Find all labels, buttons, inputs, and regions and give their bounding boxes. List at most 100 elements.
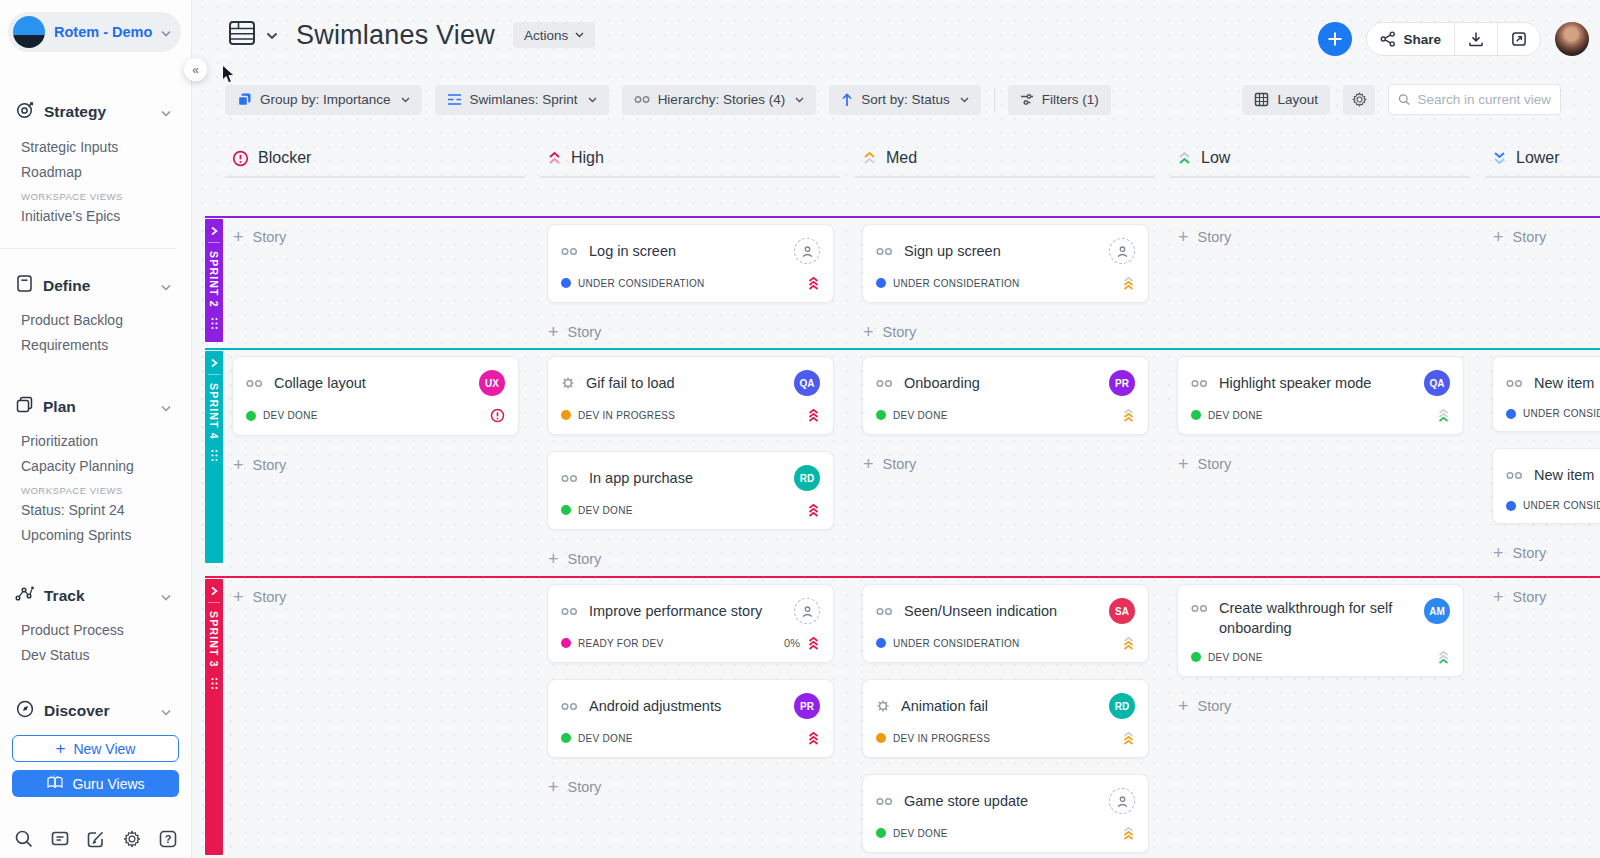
add-story-button[interactable]: +Story bbox=[862, 319, 1149, 345]
card-create-walkthrough[interactable]: Create walkthrough for self onboarding A… bbox=[1177, 584, 1464, 677]
layout-button[interactable]: Layout bbox=[1242, 85, 1330, 115]
card-animation-fail[interactable]: Animation fail RD DEV IN PROGRESS bbox=[862, 679, 1149, 758]
sidebar-item-dev-status[interactable]: Dev Status bbox=[21, 642, 191, 667]
swimlane-bar-sprint-4[interactable]: SPRINT 4 bbox=[205, 351, 223, 563]
card-in-app-purchase[interactable]: In app purchase RD DEV DONE bbox=[547, 451, 834, 530]
add-story-button[interactable]: +Story bbox=[1492, 584, 1600, 610]
assignee-avatar[interactable]: UX bbox=[479, 370, 505, 396]
card-game-store-update[interactable]: Game store update DEV DONE bbox=[862, 774, 1149, 853]
sidebar-item-strategy[interactable]: Strategy bbox=[0, 96, 191, 128]
sidebar-item-roadmap[interactable]: Roadmap bbox=[21, 159, 191, 184]
card-new-item-1[interactable]: New item UNDER CONSIDERATION bbox=[1492, 356, 1600, 432]
add-story-button[interactable]: +Story bbox=[547, 319, 834, 345]
view-settings-button[interactable] bbox=[1343, 85, 1375, 115]
gear-icon[interactable] bbox=[120, 827, 144, 851]
group-by-chip[interactable]: Group by: Importance bbox=[225, 85, 422, 115]
chevron-down-icon bbox=[401, 97, 410, 103]
assignee-avatar[interactable]: SA bbox=[1109, 598, 1135, 624]
workspace-switcher[interactable]: Rotem - Demo bbox=[8, 12, 181, 52]
actions-button[interactable]: Actions bbox=[513, 22, 595, 48]
drag-handle-icon bbox=[210, 449, 219, 462]
card-improve-performance-story[interactable]: Improve performance story READY FOR DEV … bbox=[547, 584, 834, 663]
sidebar-item-status-sprint-24[interactable]: Status: Sprint 24 bbox=[21, 497, 191, 522]
status-dot bbox=[561, 638, 571, 648]
add-story-button[interactable]: +Story bbox=[1492, 540, 1600, 566]
swimlane-bar-sprint-2[interactable]: SPRINT 2 bbox=[205, 219, 223, 342]
view-type-icon[interactable] bbox=[228, 18, 256, 52]
share-button[interactable]: Share bbox=[1367, 23, 1454, 55]
sort-arrow-up-icon bbox=[841, 93, 853, 107]
sidebar-item-discover[interactable]: Discover bbox=[0, 695, 191, 727]
swimlane-sprint-2: SPRINT 2 +Story Log in screen UNDER CONS… bbox=[205, 216, 1600, 348]
new-view-button[interactable]: + New View bbox=[12, 735, 179, 762]
hierarchy-chip[interactable]: Hierarchy: Stories (4) bbox=[622, 85, 817, 115]
priority-med-icon bbox=[1122, 276, 1135, 290]
add-story-button[interactable]: +Story bbox=[232, 584, 519, 610]
card-android-adjustments[interactable]: Android adjustments PR DEV DONE bbox=[547, 679, 834, 758]
sidebar-item-upcoming-sprints[interactable]: Upcoming Sprints bbox=[21, 522, 191, 547]
add-story-button[interactable]: +Story bbox=[862, 451, 1149, 477]
card-onboarding[interactable]: Onboarding PR DEV DONE bbox=[862, 356, 1149, 435]
sidebar-item-product-backlog[interactable]: Product Backlog bbox=[21, 307, 191, 332]
filters-chip[interactable]: Filters (1) bbox=[1008, 85, 1111, 115]
add-item-button[interactable] bbox=[1318, 22, 1352, 56]
sidebar-item-strategic-inputs[interactable]: Strategic Inputs bbox=[21, 134, 191, 159]
compose-icon[interactable] bbox=[84, 827, 108, 851]
assignee-avatar[interactable]: PR bbox=[794, 693, 820, 719]
sidebar: Rotem - Demo Strategy Strategic Inputs R… bbox=[0, 0, 192, 858]
unassigned-avatar-icon[interactable] bbox=[1109, 788, 1135, 814]
swimlane-bar-sprint-3[interactable]: SPRINT 3 bbox=[205, 579, 223, 855]
sidebar-item-requirements[interactable]: Requirements bbox=[21, 332, 191, 357]
add-story-button[interactable]: +Story bbox=[232, 224, 519, 250]
assignee-avatar[interactable]: PR bbox=[1109, 370, 1135, 396]
status-dot bbox=[1191, 410, 1201, 420]
guru-views-button[interactable]: Guru Views bbox=[12, 770, 179, 797]
card-collage-layout[interactable]: Collage layout UX DEV DONE bbox=[232, 356, 519, 436]
add-story-button[interactable]: +Story bbox=[1177, 451, 1464, 477]
help-icon[interactable]: ? bbox=[156, 827, 180, 851]
sort-by-chip[interactable]: Sort by: Status bbox=[829, 85, 981, 115]
add-story-button[interactable]: +Story bbox=[1177, 224, 1464, 250]
card-seen-unseen-indication[interactable]: Seen/Unseen indication SA UNDER CONSIDER… bbox=[862, 584, 1149, 663]
card-gif-fail-to-load[interactable]: Gif fail to load QA DEV IN PROGRESS bbox=[547, 356, 834, 435]
chevron-down-icon bbox=[575, 32, 584, 38]
feedback-icon[interactable] bbox=[48, 827, 72, 851]
add-story-button[interactable]: +Story bbox=[547, 774, 834, 800]
add-story-button[interactable]: +Story bbox=[1492, 224, 1600, 250]
assignee-avatar[interactable]: QA bbox=[1424, 370, 1450, 396]
gear-icon bbox=[1351, 91, 1368, 108]
card-highlight-speaker-mode[interactable]: Highlight speaker mode QA DEV DONE bbox=[1177, 356, 1464, 435]
collapse-sidebar-button[interactable]: « bbox=[184, 58, 207, 81]
unassigned-avatar-icon[interactable] bbox=[1109, 238, 1135, 264]
swimlanes-chip[interactable]: Swimlanes: Sprint bbox=[435, 85, 609, 115]
card-new-item-2[interactable]: New item UNDER CONSIDERATION bbox=[1492, 448, 1600, 524]
card-sign-up-screen[interactable]: Sign up screen UNDER CONSIDERATION bbox=[862, 224, 1149, 303]
sidebar-item-initiatives-epics[interactable]: Initiative’s Epics bbox=[21, 203, 191, 228]
download-button[interactable] bbox=[1455, 23, 1497, 55]
assignee-avatar[interactable]: RD bbox=[1109, 693, 1135, 719]
unassigned-avatar-icon[interactable] bbox=[794, 598, 820, 624]
sidebar-item-capacity-planning[interactable]: Capacity Planning bbox=[21, 453, 191, 478]
sidebar-item-track[interactable]: Track bbox=[0, 581, 191, 611]
card-log-in-screen[interactable]: Log in screen UNDER CONSIDERATION bbox=[547, 224, 834, 303]
sidebar-item-plan[interactable]: Plan bbox=[0, 391, 191, 422]
add-story-button[interactable]: +Story bbox=[1177, 693, 1464, 719]
search-icon[interactable] bbox=[12, 827, 36, 851]
sidebar-item-product-process[interactable]: Product Process bbox=[21, 617, 191, 642]
assignee-avatar[interactable]: RD bbox=[794, 465, 820, 491]
add-story-button[interactable]: +Story bbox=[547, 546, 834, 572]
fullscreen-button[interactable] bbox=[1498, 23, 1540, 55]
collapse-lane-icon bbox=[210, 358, 218, 368]
story-type-icon bbox=[561, 702, 578, 711]
sidebar-item-define[interactable]: Define bbox=[0, 270, 191, 301]
chevron-down-icon[interactable] bbox=[266, 26, 278, 44]
unassigned-avatar-icon[interactable] bbox=[794, 238, 820, 264]
story-type-icon bbox=[561, 247, 578, 256]
assignee-avatar[interactable]: QA bbox=[794, 370, 820, 396]
add-story-button[interactable]: +Story bbox=[232, 452, 519, 478]
user-avatar[interactable] bbox=[1555, 22, 1589, 56]
drag-handle-icon bbox=[210, 317, 219, 330]
sidebar-item-prioritization[interactable]: Prioritization bbox=[21, 428, 191, 453]
assignee-avatar[interactable]: AM bbox=[1424, 598, 1450, 624]
search-input[interactable]: Search in current view bbox=[1388, 84, 1561, 115]
